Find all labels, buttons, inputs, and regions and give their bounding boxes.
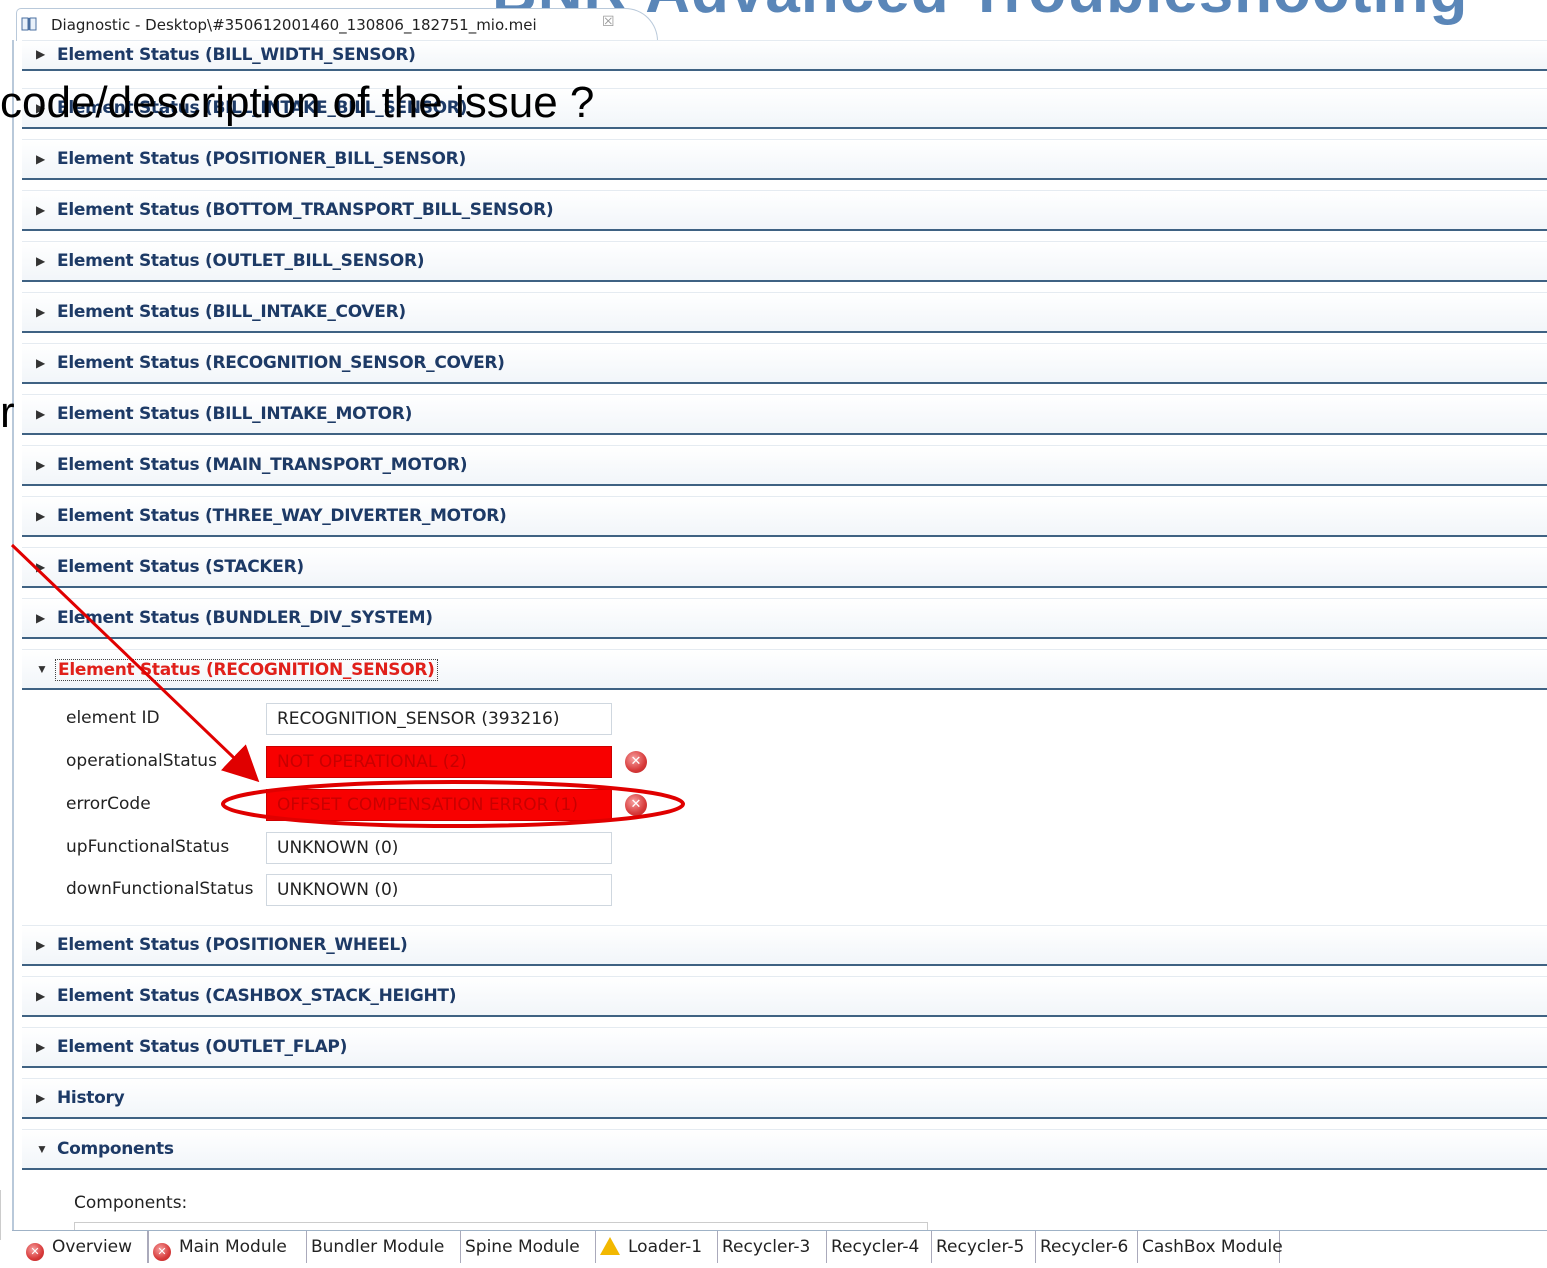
module-tab[interactable]: Loader-1: [596, 1231, 718, 1263]
editor-tab-title: Diagnostic - Desktop\#350612001460_13080…: [51, 16, 537, 34]
section-label[interactable]: Element Status (BUNDLER_DIV_SYSTEM): [57, 608, 433, 628]
module-tab[interactable]: ✕ Main Module: [148, 1231, 307, 1263]
collapsed-triangle-icon[interactable]: ▶: [36, 152, 45, 166]
section-header[interactable]: ▼ Components: [22, 1129, 1547, 1170]
field-label: upFunctionalStatus: [66, 837, 230, 857]
section-label[interactable]: Element Status (BILL_WIDTH_SENSOR): [57, 45, 416, 65]
section-label[interactable]: History: [57, 1088, 125, 1108]
components-label: Components:: [74, 1193, 188, 1213]
field-label: downFunctionalStatus: [66, 879, 254, 899]
module-tab-label: Loader-1: [628, 1237, 703, 1257]
collapsed-triangle-icon[interactable]: ▶: [36, 611, 45, 625]
collapsed-triangle-icon[interactable]: ▶: [36, 407, 45, 421]
error-icon: ✕: [153, 1243, 171, 1261]
module-tab-label: Recycler-6: [1040, 1237, 1129, 1257]
collapsed-triangle-icon[interactable]: ▶: [36, 254, 45, 268]
section-header[interactable]: ▶ History: [22, 1078, 1547, 1119]
field-value[interactable]: UNKNOWN (0): [266, 874, 612, 906]
section-label[interactable]: Element Status (POSITIONER_WHEEL): [57, 935, 408, 955]
section-header[interactable]: ▶ Element Status (POSITIONER_BILL_SENSOR): [22, 139, 1547, 180]
section-label[interactable]: Element Status (STACKER): [57, 557, 304, 577]
module-tab[interactable]: Recycler-5: [932, 1231, 1036, 1263]
module-tab[interactable]: Spine Module: [461, 1231, 596, 1263]
section-header[interactable]: ▶ Element Status (MAIN_TRANSPORT_MOTOR): [22, 445, 1547, 486]
error-icon: ✕: [625, 794, 647, 816]
error-icon: ✕: [26, 1243, 44, 1261]
section-label[interactable]: Element Status (MAIN_TRANSPORT_MOTOR): [57, 455, 468, 475]
module-tab-label: Recycler-3: [722, 1237, 811, 1257]
section-header[interactable]: ▶ Element Status (POSITIONER_WHEEL): [22, 925, 1547, 966]
module-tab-label: Recycler-4: [831, 1237, 920, 1257]
expanded-triangle-icon[interactable]: ▼: [36, 1142, 48, 1156]
section-label[interactable]: Element Status (OUTLET_FLAP): [57, 1037, 347, 1057]
section-label[interactable]: Element Status (CASHBOX_STACK_HEIGHT): [57, 986, 457, 1006]
section-label[interactable]: Element Status (POSITIONER_BILL_SENSOR): [57, 149, 466, 169]
collapsed-triangle-icon[interactable]: ▶: [36, 560, 45, 574]
module-tab[interactable]: ✕ Overview: [22, 1231, 148, 1263]
field-value[interactable]: NOT OPERATIONAL (2): [266, 746, 612, 778]
module-tab-bar: ✕ Overview ✕ Main Module Bundler Module Spine…: [12, 1230, 1547, 1267]
warning-icon: [600, 1237, 620, 1255]
collapsed-triangle-icon[interactable]: ▶: [36, 1040, 45, 1054]
section-label[interactable]: Element Status (RECOGNITION_SENSOR_COVER…: [57, 353, 505, 373]
section-label[interactable]: Element Status (BILL_INTAKE_COVER): [57, 302, 406, 322]
collapsed-triangle-icon[interactable]: ▶: [36, 458, 45, 472]
section-label[interactable]: Element Status (THREE_WAY_DIVERTER_MOTOR…: [57, 506, 507, 526]
module-tab[interactable]: Recycler-4: [827, 1231, 932, 1263]
module-tab-label: Main Module: [179, 1237, 287, 1257]
module-tab[interactable]: Recycler-3: [718, 1231, 827, 1263]
collapsed-triangle-icon[interactable]: ▶: [36, 1091, 45, 1105]
section-header[interactable]: ▶ Element Status (BILL_INTAKE_COVER): [22, 292, 1547, 333]
collapsed-triangle-icon[interactable]: ▶: [36, 509, 45, 523]
field-label: operationalStatus: [66, 751, 217, 771]
collapsed-triangle-icon[interactable]: ▶: [36, 203, 45, 217]
section-header[interactable]: ▶ Element Status (THREE_WAY_DIVERTER_MOTO…: [22, 496, 1547, 537]
section-header[interactable]: ▶ Element Status (BILL_INTAKE_MOTOR): [22, 394, 1547, 435]
field-value[interactable]: RECOGNITION_SENSOR (393216): [266, 703, 612, 735]
field-label: errorCode: [66, 794, 151, 814]
collapsed-triangle-icon[interactable]: ▶: [36, 938, 45, 952]
module-tab-label: CashBox Module: [1142, 1237, 1283, 1257]
error-icon: ✕: [625, 751, 647, 773]
module-tab-label: Overview: [52, 1237, 133, 1257]
field-value[interactable]: UNKNOWN (0): [266, 832, 612, 864]
section-header[interactable]: ▶ Element Status (STACKER): [22, 547, 1547, 588]
collapsed-triangle-icon[interactable]: ▶: [36, 305, 45, 319]
module-tab-label: Bundler Module: [311, 1237, 445, 1257]
field-label: element ID: [66, 708, 160, 728]
module-tab-label: Recycler-5: [936, 1237, 1025, 1257]
section-header[interactable]: ▶ Element Status (RECOGNITION_SENSOR_COVE…: [22, 343, 1547, 384]
slide-question: code/description of the issue ?: [0, 78, 595, 127]
section-header[interactable]: ▶ Element Status (BILL_WIDTH_SENSOR): [22, 40, 1547, 71]
module-tab[interactable]: Recycler-6: [1036, 1231, 1138, 1263]
module-tab[interactable]: CashBox Module: [1138, 1231, 1283, 1263]
field-value[interactable]: OFFSET COMPENSATION ERROR (1): [266, 789, 612, 821]
collapsed-triangle-icon[interactable]: ▶: [36, 989, 45, 1003]
collapsed-triangle-icon[interactable]: ▶: [36, 356, 45, 370]
editor-tab[interactable]: Diagnostic - Desktop\#350612001460_13080…: [16, 8, 658, 41]
slide-partial-text: r: [0, 388, 15, 437]
module-tab-label: Spine Module: [465, 1237, 580, 1257]
section-header[interactable]: ▶ Element Status (BOTTOM_TRANSPORT_BILL_S…: [22, 190, 1547, 231]
section-header[interactable]: ▶ Element Status (CASHBOX_STACK_HEIGHT): [22, 976, 1547, 1017]
section-header[interactable]: ▼ Element Status (RECOGNITION_SENSOR): [22, 649, 1547, 690]
expanded-triangle-icon[interactable]: ▼: [36, 662, 48, 676]
section-label[interactable]: Element Status (RECOGNITION_SENSOR): [55, 659, 438, 681]
section-label[interactable]: Element Status (BILL_INTAKE_MOTOR): [57, 404, 412, 424]
section-label[interactable]: Element Status (BOTTOM_TRANSPORT_BILL_SE…: [57, 200, 554, 220]
collapsed-triangle-icon[interactable]: ▶: [36, 47, 45, 61]
section-header[interactable]: ▶ Element Status (OUTLET_BILL_SENSOR): [22, 241, 1547, 282]
section-label[interactable]: Element Status (OUTLET_BILL_SENSOR): [57, 251, 425, 271]
section-header[interactable]: ▶ Element Status (OUTLET_FLAP): [22, 1027, 1547, 1068]
diagnostic-book-icon: [21, 17, 37, 31]
screenshot-stage: BNR Advanced Troubleshooting Diagnostic …: [0, 0, 1547, 1268]
close-tab-icon[interactable]: ☒: [602, 14, 615, 30]
section-label[interactable]: Components: [57, 1139, 174, 1159]
module-tab[interactable]: Bundler Module: [307, 1231, 461, 1263]
section-header[interactable]: ▶ Element Status (BUNDLER_DIV_SYSTEM): [22, 598, 1547, 639]
